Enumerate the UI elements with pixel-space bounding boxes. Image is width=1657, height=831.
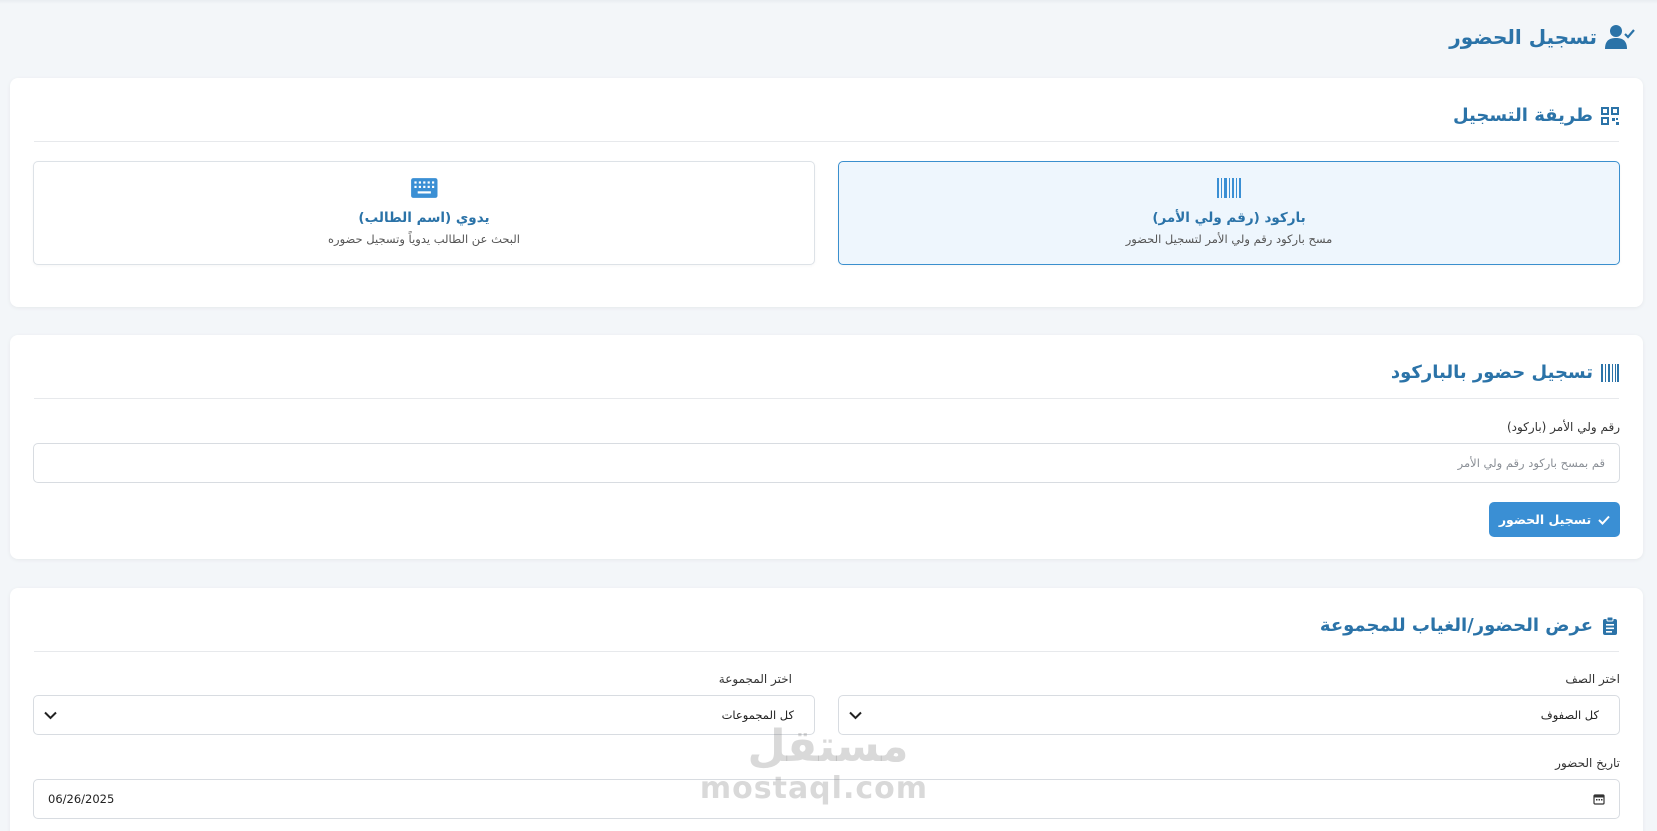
date-input[interactable]: 06/26/2025 [33,779,1620,819]
barcode-card: تسجيل حضور بالباركود رقم ولي الأمر (بارك… [10,335,1643,559]
method-option-title: يدوي (اسم الطالب) [358,210,490,226]
method-option-desc: البحث عن الطالب يدوياً وتسجيل حضوره [328,232,520,246]
attendance-view-header: عرض الحضور/الغياب للمجموعة [34,588,1619,652]
attendance-view-card: عرض الحضور/الغياب للمجموعة اختر الصف كل … [10,588,1643,831]
date-input-value: 06/26/2025 [48,792,115,806]
clipboard-list-icon [1603,616,1617,635]
attendance-view-title: عرض الحضور/الغياب للمجموعة [1319,615,1593,636]
page-title: تسجيل الحضور [1449,24,1635,50]
barcode-icon [1601,363,1619,382]
qrcode-icon [1601,106,1619,125]
method-card: طريقة التسجيل باركود (رقم ولي الأمر) مسح… [10,78,1643,307]
check-icon [1598,515,1610,525]
group-select-value: كل المجموعات [721,708,794,722]
barcode-icon [1217,178,1241,198]
method-option-barcode[interactable]: باركود (رقم ولي الأمر) مسح باركود رقم ول… [838,161,1620,265]
barcode-input[interactable] [33,443,1620,483]
class-select-value: كل الصفوف [1540,708,1599,722]
barcode-field-label: رقم ولي الأمر (باركود) [1506,420,1620,434]
user-check-icon [1605,25,1635,49]
group-select[interactable]: كل المجموعات [33,695,815,735]
date-field-label: تاريخ الحضور [1555,756,1620,770]
method-card-header: طريقة التسجيل [34,78,1619,142]
method-card-title: طريقة التسجيل [1452,105,1593,126]
barcode-card-title: تسجيل حضور بالباركود [1390,362,1593,383]
register-attendance-button[interactable]: تسجيل الحضور [1489,502,1620,537]
method-option-title: باركود (رقم ولي الأمر) [1152,210,1306,226]
chevron-down-icon [849,711,862,719]
keyboard-icon [410,178,438,198]
top-shadow-bar [0,0,1657,4]
page-title-text: تسجيل الحضور [1449,25,1597,49]
method-option-desc: مسح باركود رقم ولي الأمر لتسجيل الحضور [1125,232,1333,246]
class-select[interactable]: كل الصفوف [838,695,1620,735]
chevron-down-icon [44,711,57,719]
calendar-icon[interactable] [1593,793,1605,805]
barcode-card-header: تسجيل حضور بالباركود [34,335,1619,399]
class-select-label: اختر الصف [1565,672,1620,686]
method-option-manual[interactable]: يدوي (اسم الطالب) البحث عن الطالب يدوياً… [33,161,815,265]
register-attendance-label: تسجيل الحضور [1498,512,1592,527]
